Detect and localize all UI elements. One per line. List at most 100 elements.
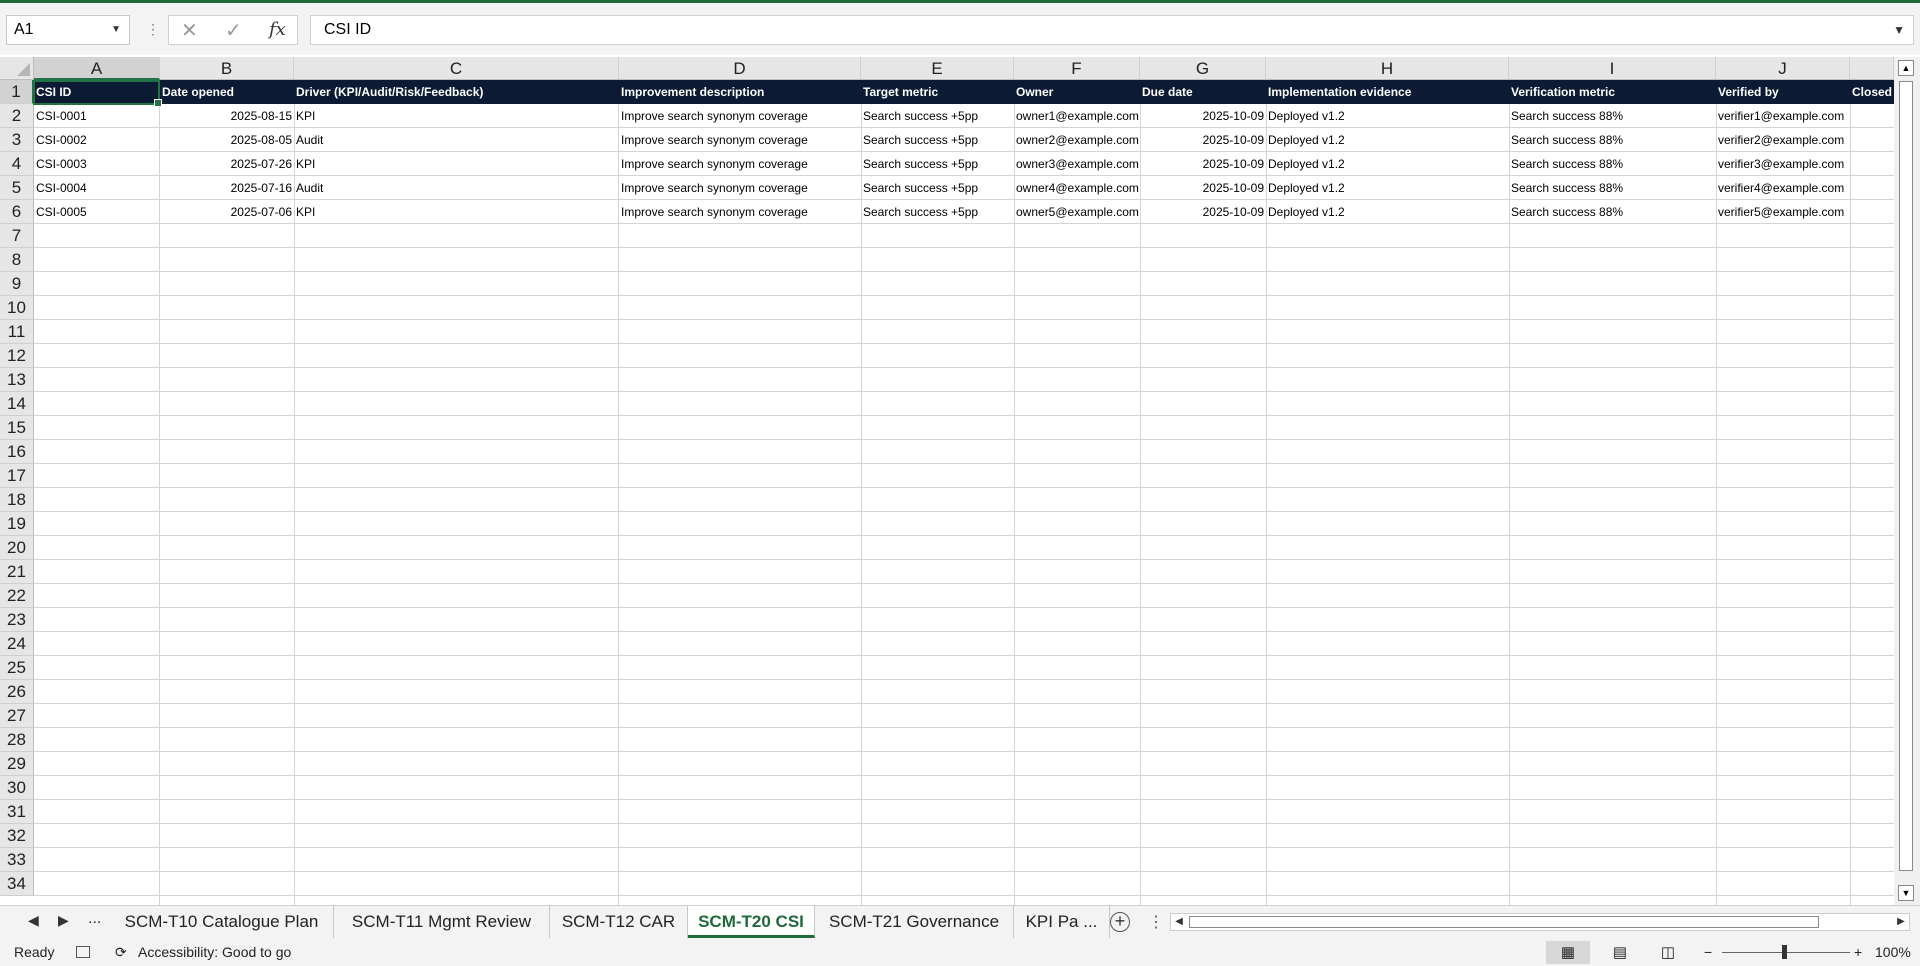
table-cell[interactable]: Improve search synonym coverage [619, 176, 861, 200]
row-header-34[interactable]: 34 [0, 872, 34, 896]
header-cell[interactable]: Target metric [861, 80, 1014, 104]
table-cell[interactable]: owner3@example.com [1014, 152, 1140, 176]
table-cell[interactable]: KPI [294, 152, 619, 176]
row-header-14[interactable]: 14 [0, 392, 34, 416]
table-cell[interactable]: 2025-10-09 [1140, 152, 1266, 176]
scroll-right-icon[interactable]: ▶ [1893, 914, 1909, 930]
column-header-a[interactable]: A [34, 57, 160, 80]
worksheet-grid[interactable]: CSI ID Date opened Driver (KPI/Audit/Risk/… [34, 80, 1894, 905]
insert-function-icon[interactable]: fx [269, 19, 286, 40]
column-header-h[interactable]: H [1266, 57, 1509, 80]
scroll-up-icon[interactable]: ▲ [1898, 60, 1914, 76]
table-cell[interactable]: KPI [294, 200, 619, 224]
table-cell[interactable]: Improve search synonym coverage [619, 152, 861, 176]
table-cell[interactable]: 2025-10-09 [1140, 104, 1266, 128]
row-header-28[interactable]: 28 [0, 728, 34, 752]
tab-splitter-icon[interactable]: ⋮ [1148, 912, 1164, 932]
row-header-31[interactable]: 31 [0, 800, 34, 824]
column-header-b[interactable]: B [160, 57, 294, 80]
header-cell[interactable]: Improvement description [619, 80, 861, 104]
row-header-21[interactable]: 21 [0, 560, 34, 584]
table-cell[interactable]: 2025-10-09 [1140, 200, 1266, 224]
chevron-down-icon[interactable]: ▼ [111, 16, 121, 44]
active-cell-selection[interactable] [33, 80, 162, 107]
column-header-e[interactable]: E [861, 57, 1014, 80]
table-cell[interactable]: Search success +5pp [861, 128, 1014, 152]
header-cell[interactable]: Verification metric [1509, 80, 1716, 104]
row-header-4[interactable]: 4 [0, 152, 34, 176]
column-header-next[interactable] [1850, 57, 1894, 80]
table-cell[interactable]: Search success 88% [1509, 128, 1716, 152]
scroll-down-icon[interactable]: ▼ [1898, 885, 1914, 901]
column-header-i[interactable]: I [1509, 57, 1716, 80]
table-cell[interactable]: 2025-08-05 [160, 128, 294, 152]
normal-view-icon[interactable]: ▦ [1546, 941, 1590, 964]
header-cell[interactable]: Implementation evidence [1266, 80, 1509, 104]
column-header-c[interactable]: C [294, 57, 619, 80]
table-cell[interactable]: verifier5@example.com [1716, 200, 1850, 224]
table-cell[interactable]: Improve search synonym coverage [619, 128, 861, 152]
table-cell[interactable]: Search success +5pp [861, 176, 1014, 200]
row-header-25[interactable]: 25 [0, 656, 34, 680]
row-header-5[interactable]: 5 [0, 176, 34, 200]
row-header-6[interactable]: 6 [0, 200, 34, 224]
zoom-out-icon[interactable]: − [1704, 939, 1712, 966]
header-cell[interactable]: Due date [1140, 80, 1266, 104]
sheet-tab[interactable]: KPI Pa ... [1014, 906, 1110, 938]
more-options-icon[interactable]: ⋮ [146, 21, 160, 37]
header-cell[interactable]: Verified by [1716, 80, 1850, 104]
row-header-23[interactable]: 23 [0, 608, 34, 632]
table-cell[interactable]: Improve search synonym coverage [619, 104, 861, 128]
row-header-1[interactable]: 1 [0, 80, 34, 104]
column-header-d[interactable]: D [619, 57, 861, 80]
zoom-knob[interactable] [1782, 945, 1787, 959]
row-header-18[interactable]: 18 [0, 488, 34, 512]
table-cell[interactable]: Improve search synonym coverage [619, 200, 861, 224]
vertical-scroll-thumb[interactable] [1899, 81, 1913, 871]
row-header-30[interactable]: 30 [0, 776, 34, 800]
table-cell[interactable]: CSI-0001 [34, 104, 160, 128]
table-cell[interactable]: owner2@example.com [1014, 128, 1140, 152]
row-header-29[interactable]: 29 [0, 752, 34, 776]
row-header-9[interactable]: 9 [0, 272, 34, 296]
horizontal-scroll-thumb[interactable] [1189, 916, 1819, 928]
header-cell[interactable]: Driver (KPI/Audit/Risk/Feedback) [294, 80, 619, 104]
sheet-tab[interactable]: SCM-T20 CSI [688, 906, 815, 938]
table-cell[interactable]: KPI [294, 104, 619, 128]
column-header-j[interactable]: J [1716, 57, 1850, 80]
table-cell[interactable]: owner5@example.com [1014, 200, 1140, 224]
row-header-19[interactable]: 19 [0, 512, 34, 536]
table-cell[interactable]: 2025-07-26 [160, 152, 294, 176]
row-header-10[interactable]: 10 [0, 296, 34, 320]
table-cell[interactable]: CSI-0002 [34, 128, 160, 152]
table-cell[interactable]: Deployed v1.2 [1266, 152, 1509, 176]
row-header-17[interactable]: 17 [0, 464, 34, 488]
table-cell[interactable]: verifier4@example.com [1716, 176, 1850, 200]
header-cell[interactable]: Closed [1850, 80, 1894, 104]
row-header-15[interactable]: 15 [0, 416, 34, 440]
table-cell[interactable]: Deployed v1.2 [1266, 104, 1509, 128]
header-cell[interactable]: Owner [1014, 80, 1140, 104]
row-header-8[interactable]: 8 [0, 248, 34, 272]
name-box[interactable]: A1 ▼ [6, 15, 130, 45]
row-header-2[interactable]: 2 [0, 104, 34, 128]
table-cell[interactable]: CSI-0004 [34, 176, 160, 200]
accessibility-icon[interactable]: ⟳ [115, 939, 127, 966]
row-header-20[interactable]: 20 [0, 536, 34, 560]
table-cell[interactable]: Search success 88% [1509, 200, 1716, 224]
macro-record-icon[interactable] [76, 946, 90, 958]
row-header-22[interactable]: 22 [0, 584, 34, 608]
table-cell[interactable]: owner4@example.com [1014, 176, 1140, 200]
table-cell[interactable]: Audit [294, 128, 619, 152]
enter-check-icon[interactable]: ✓ [225, 18, 242, 43]
table-cell[interactable]: Search success +5pp [861, 200, 1014, 224]
page-layout-view-icon[interactable]: ▤ [1598, 941, 1642, 964]
row-header-16[interactable]: 16 [0, 440, 34, 464]
row-header-33[interactable]: 33 [0, 848, 34, 872]
table-cell[interactable]: 2025-08-15 [160, 104, 294, 128]
table-cell[interactable]: Search success +5pp [861, 104, 1014, 128]
table-cell[interactable]: CSI-0003 [34, 152, 160, 176]
horizontal-scrollbar[interactable]: ◀ ▶ [1170, 913, 1910, 931]
header-cell[interactable]: Date opened [160, 80, 294, 104]
table-cell[interactable]: CSI-0005 [34, 200, 160, 224]
